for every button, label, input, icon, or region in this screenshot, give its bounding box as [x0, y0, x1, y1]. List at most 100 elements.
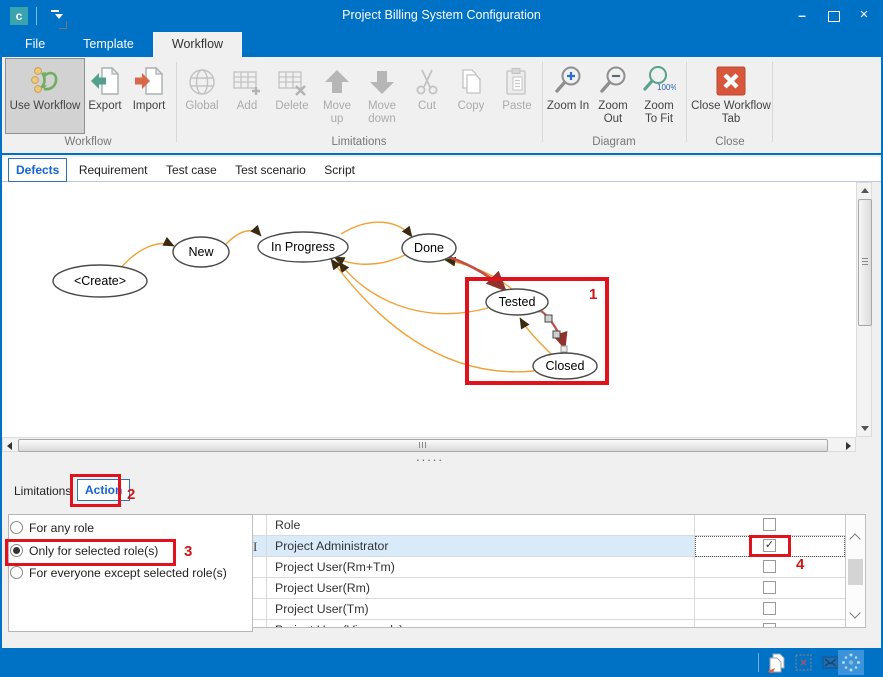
role-cell[interactable]: Project User(Rm): [267, 578, 695, 598]
role-cell[interactable]: Project User(Rm+Tm): [267, 557, 695, 577]
scrollbar-thumb[interactable]: [858, 199, 872, 326]
paste-button[interactable]: Paste: [496, 59, 538, 133]
scroll-down-icon[interactable]: [861, 426, 869, 431]
zoom-to-fit-button[interactable]: 100% Zoom To Fit: [636, 59, 682, 133]
radio-for-any-role[interactable]: For any role: [10, 521, 94, 536]
tab-workflow[interactable]: Workflow: [153, 32, 242, 57]
zoom-to-fit-icon: 100%: [642, 59, 676, 97]
role-cell[interactable]: Project User(View only): [267, 620, 695, 628]
tab-script[interactable]: Script: [317, 159, 362, 181]
scroll-up-icon[interactable]: [861, 188, 869, 193]
divider: [772, 62, 773, 142]
svg-text:100%: 100%: [657, 83, 676, 92]
entity-tab-bar: Defects Requirement Test case Test scena…: [2, 157, 881, 182]
scroll-left-icon[interactable]: [7, 442, 12, 450]
edge-inprogress-done[interactable]: [341, 222, 412, 237]
splitter-handle[interactable]: .....: [0, 450, 860, 464]
divider: [686, 62, 687, 142]
annotation-box-2: [70, 474, 121, 507]
ribbon-group-diagram: Diagram: [544, 136, 684, 148]
radio-label: For any role: [29, 521, 94, 535]
scrollbar-thumb[interactable]: [848, 559, 863, 585]
row-checkbox[interactable]: [763, 560, 776, 573]
scroll-down-icon[interactable]: [851, 609, 860, 618]
radio-everyone-except[interactable]: For everyone except selected role(s): [10, 566, 227, 581]
diagram-vertical-scrollbar[interactable]: [856, 182, 872, 437]
zoom-out-button[interactable]: Zoom Out: [591, 59, 635, 133]
roles-table: Role Project Administrator ✓ Project Use…: [252, 514, 866, 628]
radio-icon[interactable]: [10, 566, 23, 579]
edge-create-new[interactable]: [118, 244, 174, 271]
row-checkbox[interactable]: [763, 623, 776, 628]
annotation-label-4: 4: [796, 556, 804, 573]
use-workflow-button[interactable]: Use Workflow: [5, 58, 85, 134]
maximize-button[interactable]: [819, 0, 849, 32]
use-workflow-icon: [28, 59, 62, 97]
zoom-in-button[interactable]: Zoom In: [546, 59, 590, 133]
node-in-progress-label: In Progress: [271, 240, 335, 254]
image-placeholder-icon[interactable]: [794, 653, 813, 677]
divider: [542, 62, 543, 142]
workflow-diagram-canvas[interactable]: <Create> New In Progress Done Tested Clo…: [2, 182, 856, 437]
node-create-label: <Create>: [74, 274, 126, 288]
grid-status-button[interactable]: [838, 650, 864, 675]
annotation-box-1: [465, 277, 609, 385]
tab-test-case[interactable]: Test case: [159, 159, 224, 181]
annotation-label-2: 2: [127, 486, 135, 503]
close-button[interactable]: ×: [849, 0, 879, 32]
close-workflow-tab-button[interactable]: Close Workflow Tab: [689, 59, 773, 133]
row-checkbox[interactable]: [763, 581, 776, 594]
role-cell[interactable]: Project User(Tm): [267, 599, 695, 619]
minimize-button[interactable]: –: [787, 0, 817, 32]
tab-test-scenario[interactable]: Test scenario: [228, 159, 313, 181]
export-icon: [89, 59, 121, 97]
scroll-right-icon[interactable]: [846, 442, 851, 450]
radio-icon[interactable]: [10, 521, 23, 534]
tab-limitations[interactable]: Limitations: [14, 484, 71, 498]
table-vertical-scrollbar[interactable]: [845, 515, 865, 627]
copy-icon: [456, 59, 486, 97]
divider: [758, 653, 759, 672]
table-row[interactable]: Project User(View only): [253, 620, 865, 628]
copy-button[interactable]: Copy: [450, 59, 492, 133]
move-down-button[interactable]: Move down: [360, 59, 404, 133]
tab-file[interactable]: File: [6, 32, 64, 57]
delete-button[interactable]: Delete: [270, 59, 314, 133]
edge-done-inprogress[interactable]: [334, 255, 405, 264]
table-row[interactable]: Project User(Tm): [253, 599, 865, 620]
annotation-box-4: [749, 535, 791, 557]
tab-template[interactable]: Template: [64, 32, 153, 57]
tab-requirement[interactable]: Requirement: [72, 159, 155, 181]
export-button[interactable]: Export: [83, 59, 127, 133]
grid-status-icon: [838, 650, 864, 675]
window-border: [0, 57, 2, 648]
table-header-row: Role: [253, 515, 865, 536]
import-button[interactable]: Import: [127, 59, 171, 133]
row-checkbox[interactable]: [763, 602, 776, 615]
global-button[interactable]: Global: [180, 59, 224, 133]
ribbon-group-close: Close: [688, 136, 772, 148]
table-row[interactable]: Project User(Rm+Tm): [253, 557, 865, 578]
scissors-icon: [412, 59, 442, 97]
copy-files-icon[interactable]: [766, 653, 786, 677]
text-cursor: I: [253, 539, 257, 555]
column-header-role[interactable]: Role: [267, 515, 695, 535]
ribbon-group-limitations: Limitations: [178, 136, 540, 148]
scroll-up-icon[interactable]: [851, 531, 860, 540]
header-checkbox[interactable]: [763, 518, 776, 531]
tab-defects[interactable]: Defects: [8, 158, 67, 182]
annotation-label-1: 1: [589, 286, 597, 303]
globe-icon: [187, 59, 217, 97]
node-done-label: Done: [414, 241, 444, 255]
role-cell[interactable]: Project Administrator: [267, 536, 695, 556]
arrow-up-icon: [322, 59, 352, 97]
cut-button[interactable]: Cut: [408, 59, 446, 133]
divider: [176, 62, 177, 142]
edge-new-inprogress[interactable]: [226, 231, 261, 244]
paste-icon: [502, 59, 532, 97]
title-bar: c Project Billing System Configuration –…: [0, 0, 883, 32]
table-row[interactable]: Project User(Rm): [253, 578, 865, 599]
move-up-button[interactable]: Move up: [316, 59, 358, 133]
annotation-box-3: [5, 539, 176, 566]
add-button[interactable]: Add: [227, 59, 267, 133]
